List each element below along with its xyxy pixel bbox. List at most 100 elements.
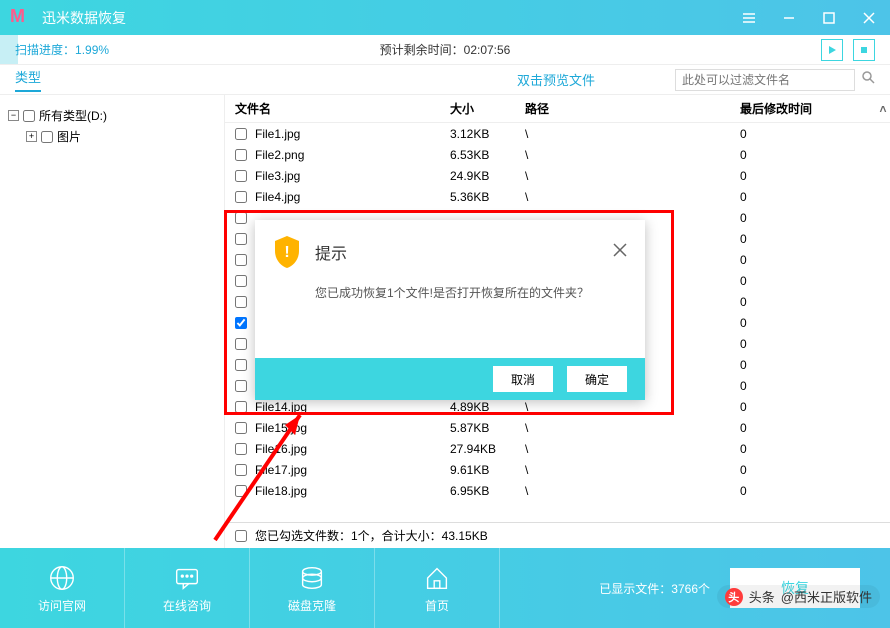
cell-time: 0 xyxy=(740,295,890,309)
cell-name: File16.jpg xyxy=(255,442,450,456)
dialog-close-icon[interactable] xyxy=(611,241,629,264)
footer-website[interactable]: 访问官网 xyxy=(0,548,125,628)
row-checkbox[interactable] xyxy=(235,149,247,161)
cell-time: 0 xyxy=(740,337,890,351)
footer-chat[interactable]: 在线咨询 xyxy=(125,548,250,628)
summary-text: 您已勾选文件数：1个，合计大小：43.15KB xyxy=(255,527,488,544)
preview-hint: 双击预览文件 xyxy=(517,70,595,89)
tree-expand-icon[interactable]: + xyxy=(26,131,37,142)
svg-text:!: ! xyxy=(284,244,289,261)
table-row[interactable]: File3.jpg24.9KB\0 xyxy=(225,165,890,186)
tree-child-checkbox[interactable] xyxy=(41,131,53,143)
cell-time: 0 xyxy=(740,442,890,456)
cell-name: File4.jpg xyxy=(255,190,450,204)
table-row[interactable]: File17.jpg9.61KB\0 xyxy=(225,459,890,480)
row-checkbox[interactable] xyxy=(235,275,247,287)
search-input[interactable] xyxy=(675,69,855,91)
progress-bar-row: 扫描进度：1.99% 预计剩余时间：02:07:56 xyxy=(0,35,890,65)
tree-collapse-icon[interactable]: − xyxy=(8,110,19,121)
table-header: 文件名 大小 路径 最后修改时间 ˄ xyxy=(225,95,890,123)
cell-path: \ xyxy=(525,148,740,162)
cell-size: 24.9KB xyxy=(450,169,525,183)
maximize-icon[interactable] xyxy=(818,7,840,29)
col-time[interactable]: 最后修改时间 xyxy=(740,100,876,117)
cell-size: 6.95KB xyxy=(450,484,525,498)
ok-button[interactable]: 确定 xyxy=(567,366,627,392)
row-checkbox[interactable] xyxy=(235,464,247,476)
tree-child-label: 图片 xyxy=(57,128,81,145)
cell-size: 5.87KB xyxy=(450,421,525,435)
menu-icon[interactable] xyxy=(738,7,760,29)
window-controls xyxy=(738,7,880,29)
row-checkbox[interactable] xyxy=(235,212,247,224)
scroll-up-icon[interactable]: ˄ xyxy=(876,102,890,116)
cell-name: File15.jpg xyxy=(255,421,450,435)
col-size[interactable]: 大小 xyxy=(450,100,525,117)
row-checkbox[interactable] xyxy=(235,359,247,371)
sidebar-tree: − 所有类型(D:) + 图片 xyxy=(0,95,225,548)
home-icon xyxy=(422,563,452,593)
row-checkbox[interactable] xyxy=(235,422,247,434)
row-checkbox[interactable] xyxy=(235,191,247,203)
shield-icon: ! xyxy=(271,234,303,270)
row-checkbox[interactable] xyxy=(235,380,247,392)
tree-root-checkbox[interactable] xyxy=(23,110,35,122)
cell-path: \ xyxy=(525,484,740,498)
cell-time: 0 xyxy=(740,253,890,267)
globe-icon xyxy=(47,563,77,593)
cell-name: File14.jpg xyxy=(255,400,450,414)
row-checkbox[interactable] xyxy=(235,317,247,329)
summary-checkbox[interactable] xyxy=(235,530,247,542)
cell-path: \ xyxy=(525,127,740,141)
footer-clone[interactable]: 磁盘克隆 xyxy=(250,548,375,628)
col-name[interactable]: 文件名 xyxy=(235,100,450,117)
row-checkbox[interactable] xyxy=(235,296,247,308)
row-checkbox[interactable] xyxy=(235,128,247,140)
app-logo xyxy=(10,6,34,30)
cell-size: 27.94KB xyxy=(450,442,525,456)
confirm-dialog: ! 提示 您已成功恢复1个文件!是否打开恢复所在的文件夹？ 取消 确定 xyxy=(255,220,645,400)
toolbar: 类型 双击预览文件 xyxy=(0,65,890,95)
table-row[interactable]: File18.jpg6.95KB\0 xyxy=(225,480,890,501)
cell-time: 0 xyxy=(740,211,890,225)
cell-path: \ xyxy=(525,442,740,456)
minimize-icon[interactable] xyxy=(778,7,800,29)
table-row[interactable]: File16.jpg27.94KB\0 xyxy=(225,438,890,459)
row-checkbox[interactable] xyxy=(235,233,247,245)
cell-time: 0 xyxy=(740,379,890,393)
stop-button[interactable] xyxy=(853,39,875,61)
cell-time: 0 xyxy=(740,400,890,414)
cell-size: 5.36KB xyxy=(450,190,525,204)
tree-root[interactable]: − 所有类型(D:) xyxy=(8,105,216,126)
table-row[interactable]: File1.jpg3.12KB\0 xyxy=(225,123,890,144)
table-row[interactable]: File15.jpg5.87KB\0 xyxy=(225,417,890,438)
close-icon[interactable] xyxy=(858,7,880,29)
cell-path: \ xyxy=(525,400,740,414)
row-checkbox[interactable] xyxy=(235,338,247,350)
titlebar: 迅米数据恢复 xyxy=(0,0,890,35)
cell-name: File2.png xyxy=(255,148,450,162)
play-button[interactable] xyxy=(821,39,843,61)
cell-size: 3.12KB xyxy=(450,127,525,141)
row-checkbox[interactable] xyxy=(235,443,247,455)
cell-size: 9.61KB xyxy=(450,463,525,477)
cancel-button[interactable]: 取消 xyxy=(493,366,553,392)
scan-progress-label: 扫描进度：1.99% xyxy=(15,41,109,58)
row-checkbox[interactable] xyxy=(235,170,247,182)
cell-time: 0 xyxy=(740,484,890,498)
row-checkbox[interactable] xyxy=(235,401,247,413)
app-title: 迅米数据恢复 xyxy=(42,8,738,28)
tab-type[interactable]: 类型 xyxy=(15,67,41,92)
cell-path: \ xyxy=(525,463,740,477)
tree-child[interactable]: + 图片 xyxy=(8,126,216,147)
footer-home[interactable]: 首页 xyxy=(375,548,500,628)
col-path[interactable]: 路径 xyxy=(525,100,740,117)
row-checkbox[interactable] xyxy=(235,485,247,497)
table-row[interactable]: File2.png6.53KB\0 xyxy=(225,144,890,165)
summary-row: 您已勾选文件数：1个，合计大小：43.15KB xyxy=(225,522,890,548)
row-checkbox[interactable] xyxy=(235,254,247,266)
table-row[interactable]: File4.jpg5.36KB\0 xyxy=(225,186,890,207)
cell-time: 0 xyxy=(740,190,890,204)
search-icon[interactable] xyxy=(861,70,875,89)
dialog-title: 提示 xyxy=(315,240,599,264)
